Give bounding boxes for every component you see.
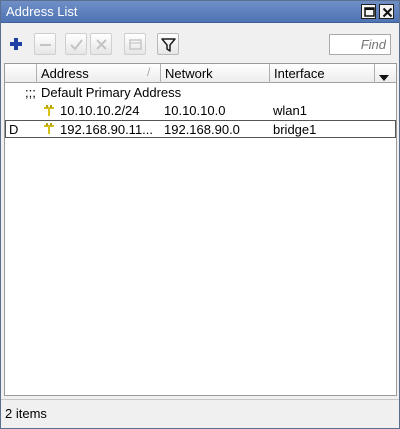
disable-button[interactable] [90, 33, 112, 55]
window-title: Address List [6, 4, 78, 19]
row-address: 10.10.10.2/24 [60, 103, 140, 118]
address-table: Address Network Interface / ;;; Default … [4, 63, 397, 396]
comment-button[interactable] [124, 33, 146, 55]
chevron-down-icon [379, 75, 389, 81]
comment-prefix: ;;; [25, 85, 36, 100]
filter-button[interactable] [157, 33, 179, 55]
row-network: 10.10.10.0 [164, 103, 226, 118]
row-flag [9, 102, 33, 120]
column-flags[interactable] [5, 64, 37, 83]
column-menu-button[interactable] [378, 70, 390, 85]
close-icon[interactable] [379, 4, 394, 19]
comment-text: Default Primary Address [41, 85, 182, 100]
find-input[interactable] [329, 34, 391, 55]
filter-icon [161, 38, 176, 52]
enable-button[interactable] [65, 33, 87, 55]
comment-row[interactable]: ;;; Default Primary Address [5, 84, 396, 102]
table-row[interactable]: 10.10.10.2/24 10.10.10.0 wlan1 [5, 102, 396, 120]
table-row-selected[interactable]: D 192.168.90.11... 192.168.90.0 bridge1 [5, 120, 396, 138]
maximize-icon[interactable] [361, 4, 376, 19]
column-network-label: Network [165, 66, 213, 81]
address-plug-icon [44, 105, 54, 116]
plus-icon [10, 38, 22, 50]
add-button[interactable] [6, 33, 28, 55]
address-list-window: Address List Addre [0, 0, 400, 429]
row-interface: wlan1 [273, 103, 307, 118]
toolbar [1, 23, 399, 59]
row-network: 192.168.90.0 [164, 122, 240, 137]
cross-icon [96, 39, 107, 50]
column-network[interactable]: Network [161, 64, 270, 83]
sort-indicator-icon: / [147, 65, 151, 79]
title-bar[interactable]: Address List [1, 1, 399, 23]
column-address[interactable]: Address [37, 64, 161, 83]
column-address-label: Address [41, 66, 89, 81]
row-interface: bridge1 [273, 122, 317, 137]
check-icon [70, 39, 83, 51]
status-bar: 2 items [1, 399, 399, 428]
minus-icon [40, 44, 51, 46]
table-header: Address Network Interface / [5, 64, 396, 83]
column-interface-label: Interface [274, 66, 325, 81]
row-flag: D [9, 122, 19, 137]
remove-button[interactable] [34, 33, 56, 55]
row-address: 192.168.90.11... [60, 122, 154, 137]
item-count: 2 items [5, 406, 47, 421]
column-interface[interactable]: Interface [270, 64, 375, 83]
comment-icon [129, 39, 142, 50]
address-plug-icon [44, 123, 54, 134]
